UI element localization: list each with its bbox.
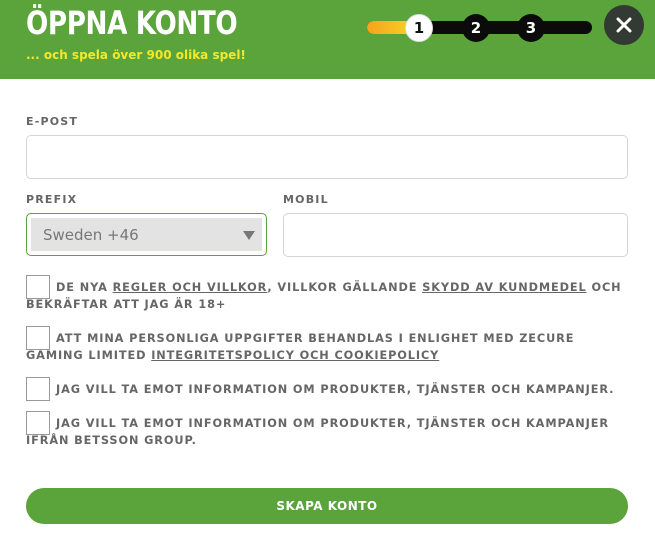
close-button[interactable] (604, 5, 644, 45)
mobile-field[interactable] (283, 213, 628, 257)
marketing-consent-text: JAG VILL TA EMOT INFORMATION OM PRODUKTE… (56, 383, 615, 396)
step-3: 3 (517, 14, 545, 42)
prefix-select[interactable]: Sweden +46 (26, 213, 267, 256)
chevron-down-icon (243, 231, 255, 240)
terms-text-mid: , VILLKOR GÄLLANDE (267, 281, 423, 294)
marketing-checkbox[interactable] (26, 377, 50, 401)
step-2: 2 (462, 14, 490, 42)
prefix-value: Sweden +46 (43, 226, 139, 244)
email-label: E-POST (26, 115, 79, 128)
page-title: ÖPPNA KONTO (26, 4, 238, 42)
create-account-button[interactable]: SKAPA KONTO (26, 488, 628, 524)
privacy-checkbox[interactable] (26, 326, 50, 350)
terms-link[interactable]: REGLER OCH VILLKOR (113, 281, 268, 294)
prefix-label: PREFIX (26, 193, 78, 206)
terms-checkbox[interactable] (26, 275, 50, 299)
step-1: 1 (405, 14, 433, 42)
prefix-select-box: Sweden +46 (31, 218, 262, 251)
step-progress: 1 2 3 (367, 11, 592, 45)
group-marketing-checkbox[interactable] (26, 411, 50, 435)
terms-consent-text: DE NYA REGLER OCH VILLKOR, VILLKOR GÄLLA… (26, 279, 631, 313)
terms-text-pre: DE NYA (56, 281, 113, 294)
privacy-policy-link[interactable]: INTEGRITETSPOLICY OCH COOKIEPOLICY (151, 349, 439, 362)
close-icon (616, 17, 632, 33)
mobile-label: MOBIL (283, 193, 329, 206)
customer-funds-link[interactable]: SKYDD AV KUNDMEDEL (422, 281, 586, 294)
group-marketing-consent-text: JAG VILL TA EMOT INFORMATION OM PRODUKTE… (26, 417, 609, 447)
privacy-consent-text: ATT MINA PERSONLIGA UPPGIFTER BEHANDLAS … (26, 330, 631, 364)
modal-header: ÖPPNA KONTO ... och spela över 900 olika… (0, 0, 655, 79)
page-subtitle: ... och spela över 900 olika spel! (26, 48, 246, 62)
email-field[interactable] (26, 135, 628, 179)
